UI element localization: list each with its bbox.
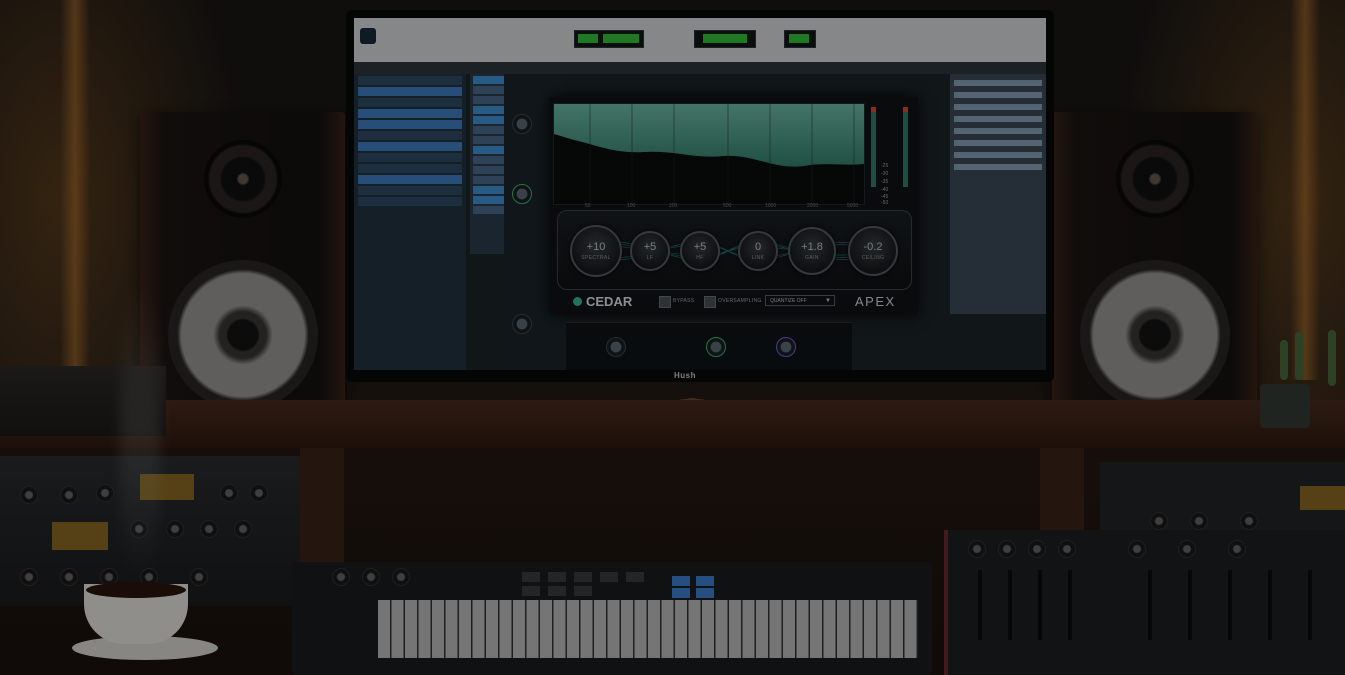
- freq-label: 2000: [807, 203, 819, 209]
- plant-pot: [1260, 384, 1310, 428]
- gain-knob[interactable]: +1.8 GAIN: [788, 227, 836, 275]
- freq-label: 100: [627, 203, 636, 209]
- meter-scale-label: -50: [881, 200, 889, 206]
- cedar-logo-icon: [573, 297, 582, 306]
- rack-processor-right: [1100, 462, 1345, 532]
- plugin-window[interactable]: 50 100 200 500 1000 2000 5000 -25 -30 -3…: [549, 97, 918, 315]
- knob-value: +10: [586, 240, 606, 253]
- knob-value: 0: [754, 240, 762, 253]
- plugin-footer: CEDAR BYPASS OVERSAMPLING QUANTIZE OFF ▼…: [549, 290, 918, 312]
- desk-leg: [300, 448, 344, 568]
- spectrum-curve: [554, 104, 864, 204]
- daw-effect-rack: [566, 322, 852, 370]
- daw-transport-bar: [354, 18, 1046, 62]
- freq-label: 500: [723, 203, 732, 209]
- tweeter: [1115, 140, 1194, 218]
- woofer: [1079, 260, 1230, 410]
- plant-leaf: [1328, 330, 1336, 386]
- spectrum-display: [553, 103, 865, 205]
- oversampling-label: OVERSAMPLING: [718, 298, 762, 304]
- plant-leaf: [1280, 340, 1288, 380]
- tempo-display: [694, 30, 756, 48]
- oversampling-checkbox[interactable]: [704, 296, 716, 308]
- coffee: [86, 582, 186, 598]
- meter-scale-label: -35: [881, 179, 889, 185]
- freq-label: 200: [669, 203, 678, 209]
- hf-knob[interactable]: +5 HF: [680, 231, 720, 271]
- transport-display: [574, 30, 644, 48]
- quantize-select-value: QUANTIZE OFF: [770, 298, 807, 304]
- rack-display: [1300, 486, 1345, 510]
- knob-value: -0.2: [863, 240, 883, 253]
- piano-keys: [378, 600, 918, 658]
- time-display: [784, 30, 816, 48]
- woofer: [167, 260, 318, 410]
- meter-bar-left: [871, 107, 876, 187]
- cedar-logo: CEDAR: [573, 294, 632, 309]
- quantize-select[interactable]: QUANTIZE OFF ▼: [765, 295, 835, 306]
- meter-scale-label: -30: [881, 171, 889, 177]
- bypass-checkbox[interactable]: [659, 296, 671, 308]
- tweeter: [203, 140, 282, 218]
- daw-arrangement: [950, 74, 1046, 314]
- knob-label: SPECTRAL: [581, 254, 611, 261]
- knob-label: GAIN: [805, 254, 819, 261]
- output-meter: -25 -30 -35 -40 -45 -50: [867, 103, 915, 206]
- speaker-left: [140, 112, 345, 432]
- lf-knob[interactable]: +5 LF: [630, 231, 670, 271]
- monitor-brand: Hush: [674, 371, 696, 380]
- coffee-steam: [120, 280, 160, 580]
- freq-label: 5000: [847, 203, 859, 209]
- daw-browser: [354, 74, 466, 370]
- knob-panel: +10 SPECTRAL +5 LF +5 HF 0 LINK +1.8 GAI…: [557, 210, 912, 290]
- cedar-logo-text: CEDAR: [586, 294, 633, 309]
- knob-value: +5: [643, 240, 657, 253]
- knob-value: +5: [693, 240, 707, 253]
- bypass-label: BYPASS: [673, 298, 695, 304]
- chevron-down-icon: ▼: [825, 298, 831, 304]
- knob-label: CEILING: [861, 254, 885, 261]
- freq-label: 50: [585, 203, 591, 209]
- wall-light-right: [1290, 0, 1320, 380]
- wall-light-left: [60, 0, 90, 380]
- rack-display: [52, 522, 108, 550]
- desk-shelf: [0, 400, 1345, 448]
- knob-label: LINK: [751, 254, 765, 261]
- link-knob[interactable]: 0 LINK: [738, 231, 778, 271]
- studio-scene: Hush 50 100 200 500 1000 2000 5000 -25 -…: [0, 0, 1345, 675]
- knob-value: +1.8: [801, 240, 823, 253]
- ceiling-knob[interactable]: -0.2 CEILING: [848, 226, 898, 276]
- midi-keyboard: [292, 562, 932, 675]
- hardware-mixer: [944, 530, 1345, 675]
- freq-label: 1000: [765, 203, 777, 209]
- daw-logo-icon: [360, 28, 376, 44]
- meter-scale-label: -40: [881, 187, 889, 193]
- speaker-right: [1052, 112, 1257, 432]
- plant-leaf: [1295, 332, 1303, 380]
- daw-toolbar: [354, 62, 1046, 74]
- spectral-knob[interactable]: +10 SPECTRAL: [570, 225, 622, 277]
- meter-scale-label: -25: [881, 163, 889, 169]
- knob-label: HF: [696, 254, 704, 261]
- meter-bar-right: [903, 107, 908, 187]
- apex-product-name: APEX: [855, 294, 896, 309]
- knob-label: LF: [646, 254, 654, 261]
